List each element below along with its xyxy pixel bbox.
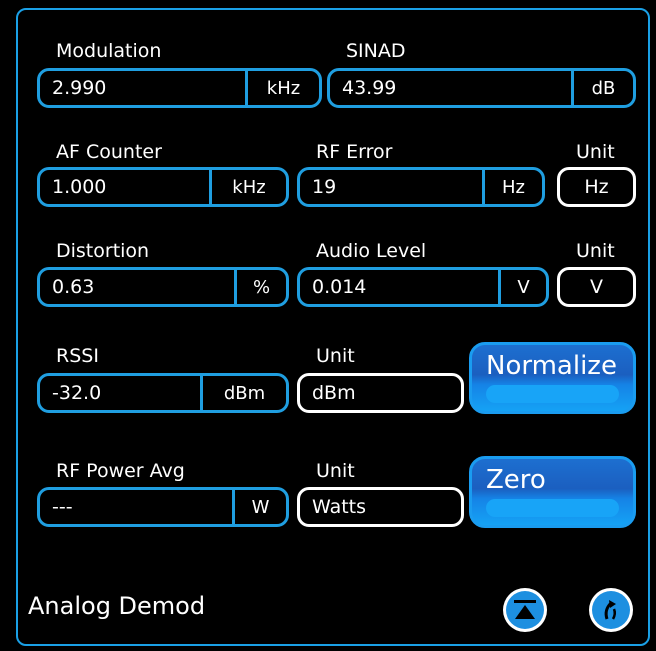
zero-button-label: Zero	[486, 465, 546, 495]
audio-level-unit: V	[498, 270, 546, 304]
normalize-button[interactable]: Normalize	[469, 342, 636, 414]
audio-level-label: Audio Level	[316, 240, 427, 262]
rssi-field[interactable]: -32.0 dBm	[37, 373, 289, 413]
af-counter-label: AF Counter	[56, 141, 162, 163]
sinad-label: SINAD	[346, 40, 406, 62]
rssi-value: -32.0	[52, 382, 102, 404]
button-highlight	[486, 499, 619, 517]
rf-error-field[interactable]: 19 Hz	[297, 167, 545, 207]
rf-power-unit-select[interactable]: Watts	[297, 487, 464, 527]
af-counter-value: 1.000	[52, 176, 107, 198]
modulation-unit: kHz	[245, 71, 319, 105]
af-counter-unit: kHz	[209, 170, 286, 204]
button-highlight	[486, 385, 619, 403]
distortion-field[interactable]: 0.63 %	[37, 267, 289, 307]
rf-power-avg-value: ---	[52, 496, 73, 518]
sinad-field[interactable]: 43.99 dB	[327, 68, 636, 108]
modulation-value: 2.990	[52, 77, 107, 99]
rf-error-label: RF Error	[316, 141, 393, 163]
sinad-unit: dB	[571, 71, 633, 105]
rf-error-unit-label: Unit	[576, 141, 615, 163]
modulation-field[interactable]: 2.990 kHz	[37, 68, 322, 108]
rf-power-avg-unit: W	[232, 490, 286, 524]
distortion-label: Distortion	[56, 240, 150, 262]
rf-error-unit: Hz	[482, 170, 542, 204]
sinad-value: 43.99	[342, 77, 397, 99]
distortion-unit: %	[234, 270, 286, 304]
rf-power-avg-field[interactable]: --- W	[37, 487, 289, 527]
normalize-button-label: Normalize	[486, 351, 617, 381]
eject-up-icon	[506, 591, 544, 629]
rf-power-unit-label: Unit	[316, 460, 355, 482]
audio-level-unit-label: Unit	[576, 240, 615, 262]
rf-power-avg-label: RF Power Avg	[56, 460, 185, 482]
zero-button[interactable]: Zero	[469, 456, 636, 528]
audio-level-unit-select[interactable]: V	[557, 267, 636, 307]
refresh-icon	[592, 591, 630, 629]
collapse-button[interactable]	[503, 588, 547, 632]
distortion-value: 0.63	[52, 276, 95, 298]
rssi-unit-label: Unit	[316, 345, 355, 367]
rssi-label: RSSI	[56, 345, 99, 367]
panel-title: Analog Demod	[28, 592, 206, 620]
modulation-label: Modulation	[56, 40, 162, 62]
audio-level-value: 0.014	[312, 276, 367, 298]
af-counter-field[interactable]: 1.000 kHz	[37, 167, 289, 207]
rf-error-unit-select[interactable]: Hz	[557, 167, 636, 207]
rf-error-value: 19	[312, 176, 337, 198]
audio-level-field[interactable]: 0.014 V	[297, 267, 549, 307]
rssi-unit-select[interactable]: dBm	[297, 373, 464, 413]
refresh-button[interactable]	[589, 588, 633, 632]
rssi-unit: dBm	[200, 376, 286, 410]
